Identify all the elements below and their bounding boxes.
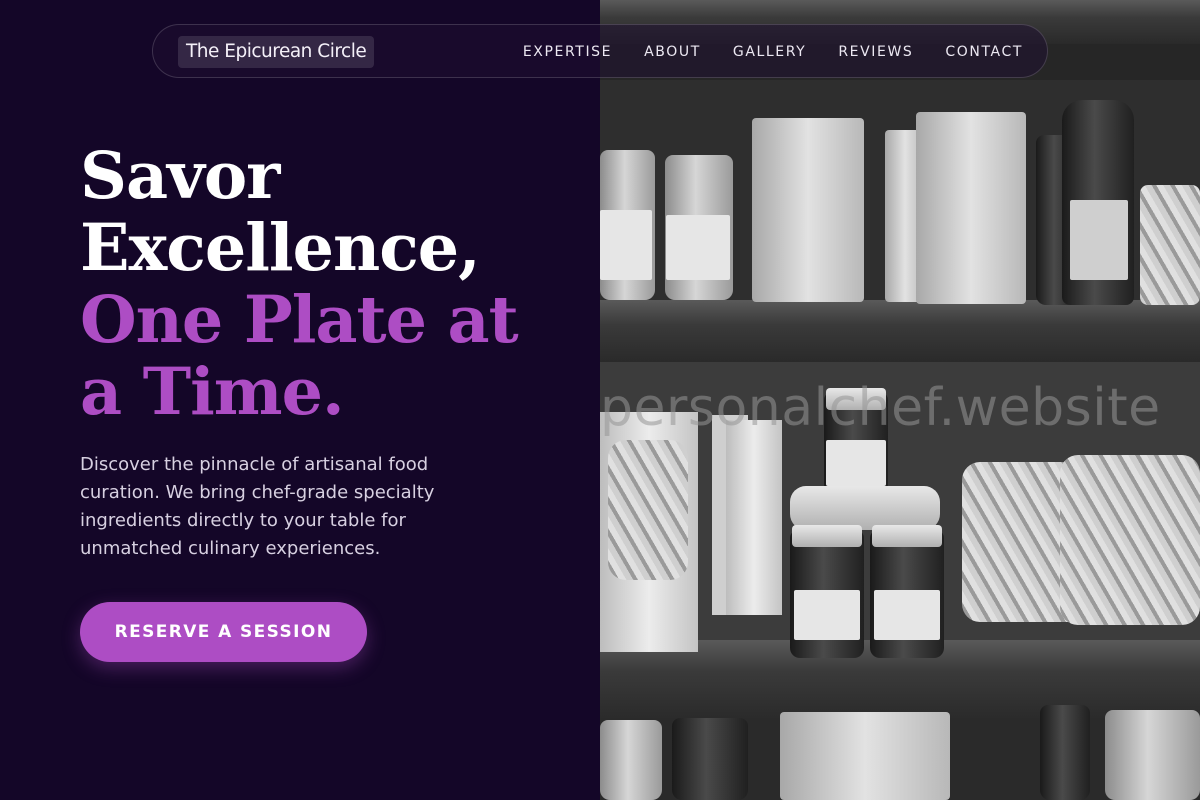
brand-logo[interactable]: The Epicurean Circle bbox=[178, 36, 375, 68]
hero-description: Discover the pinnacle of artisanal food … bbox=[80, 454, 435, 559]
polenta-bag bbox=[916, 112, 1026, 304]
nav-link-about[interactable]: ABOUT bbox=[644, 44, 701, 60]
polenta-bag bbox=[752, 118, 864, 302]
hero-title-line-1: Savor bbox=[80, 138, 280, 214]
navbar: The Epicurean Circle EXPERTISE ABOUT GAL… bbox=[152, 24, 1048, 78]
pasta-bag bbox=[1140, 185, 1200, 305]
product-bag bbox=[780, 712, 950, 800]
hero-title: Savor Excellence, One Plate at a Time. bbox=[80, 140, 580, 428]
jar-lids bbox=[790, 486, 940, 530]
jar-label bbox=[874, 590, 940, 640]
jar-label bbox=[826, 440, 886, 486]
jar-lid bbox=[792, 525, 862, 547]
hero-title-accent-line-2: a Time. bbox=[80, 354, 345, 430]
jar-label bbox=[600, 210, 652, 280]
nav-link-contact[interactable]: CONTACT bbox=[945, 44, 1023, 60]
hero-image: personalchef.website bbox=[600, 0, 1200, 800]
shelf-board bbox=[600, 300, 1200, 362]
jar-label bbox=[666, 215, 730, 280]
nav-link-gallery[interactable]: GALLERY bbox=[733, 44, 806, 60]
jar-label bbox=[794, 590, 860, 640]
reserve-session-button[interactable]: RESERVE A SESSION bbox=[80, 602, 367, 662]
pasta-bag bbox=[1060, 455, 1200, 625]
tomato-paste-box bbox=[726, 420, 782, 615]
nav-links: EXPERTISE ABOUT GALLERY REVIEWS CONTACT bbox=[491, 25, 1023, 79]
hero-title-line-2: Excellence, bbox=[80, 210, 481, 286]
bottle bbox=[1040, 705, 1090, 800]
nav-link-reviews[interactable]: REVIEWS bbox=[838, 44, 913, 60]
bottle-label bbox=[1070, 200, 1128, 280]
hero-title-accent-line-1: One Plate at bbox=[80, 282, 519, 358]
nav-link-expertise[interactable]: EXPERTISE bbox=[523, 44, 612, 60]
image-watermark: personalchef.website bbox=[600, 378, 1161, 438]
jars bbox=[1105, 710, 1200, 800]
jar bbox=[672, 718, 748, 800]
pasta bbox=[608, 440, 688, 580]
jar-lid bbox=[872, 525, 942, 547]
jar bbox=[600, 720, 662, 800]
